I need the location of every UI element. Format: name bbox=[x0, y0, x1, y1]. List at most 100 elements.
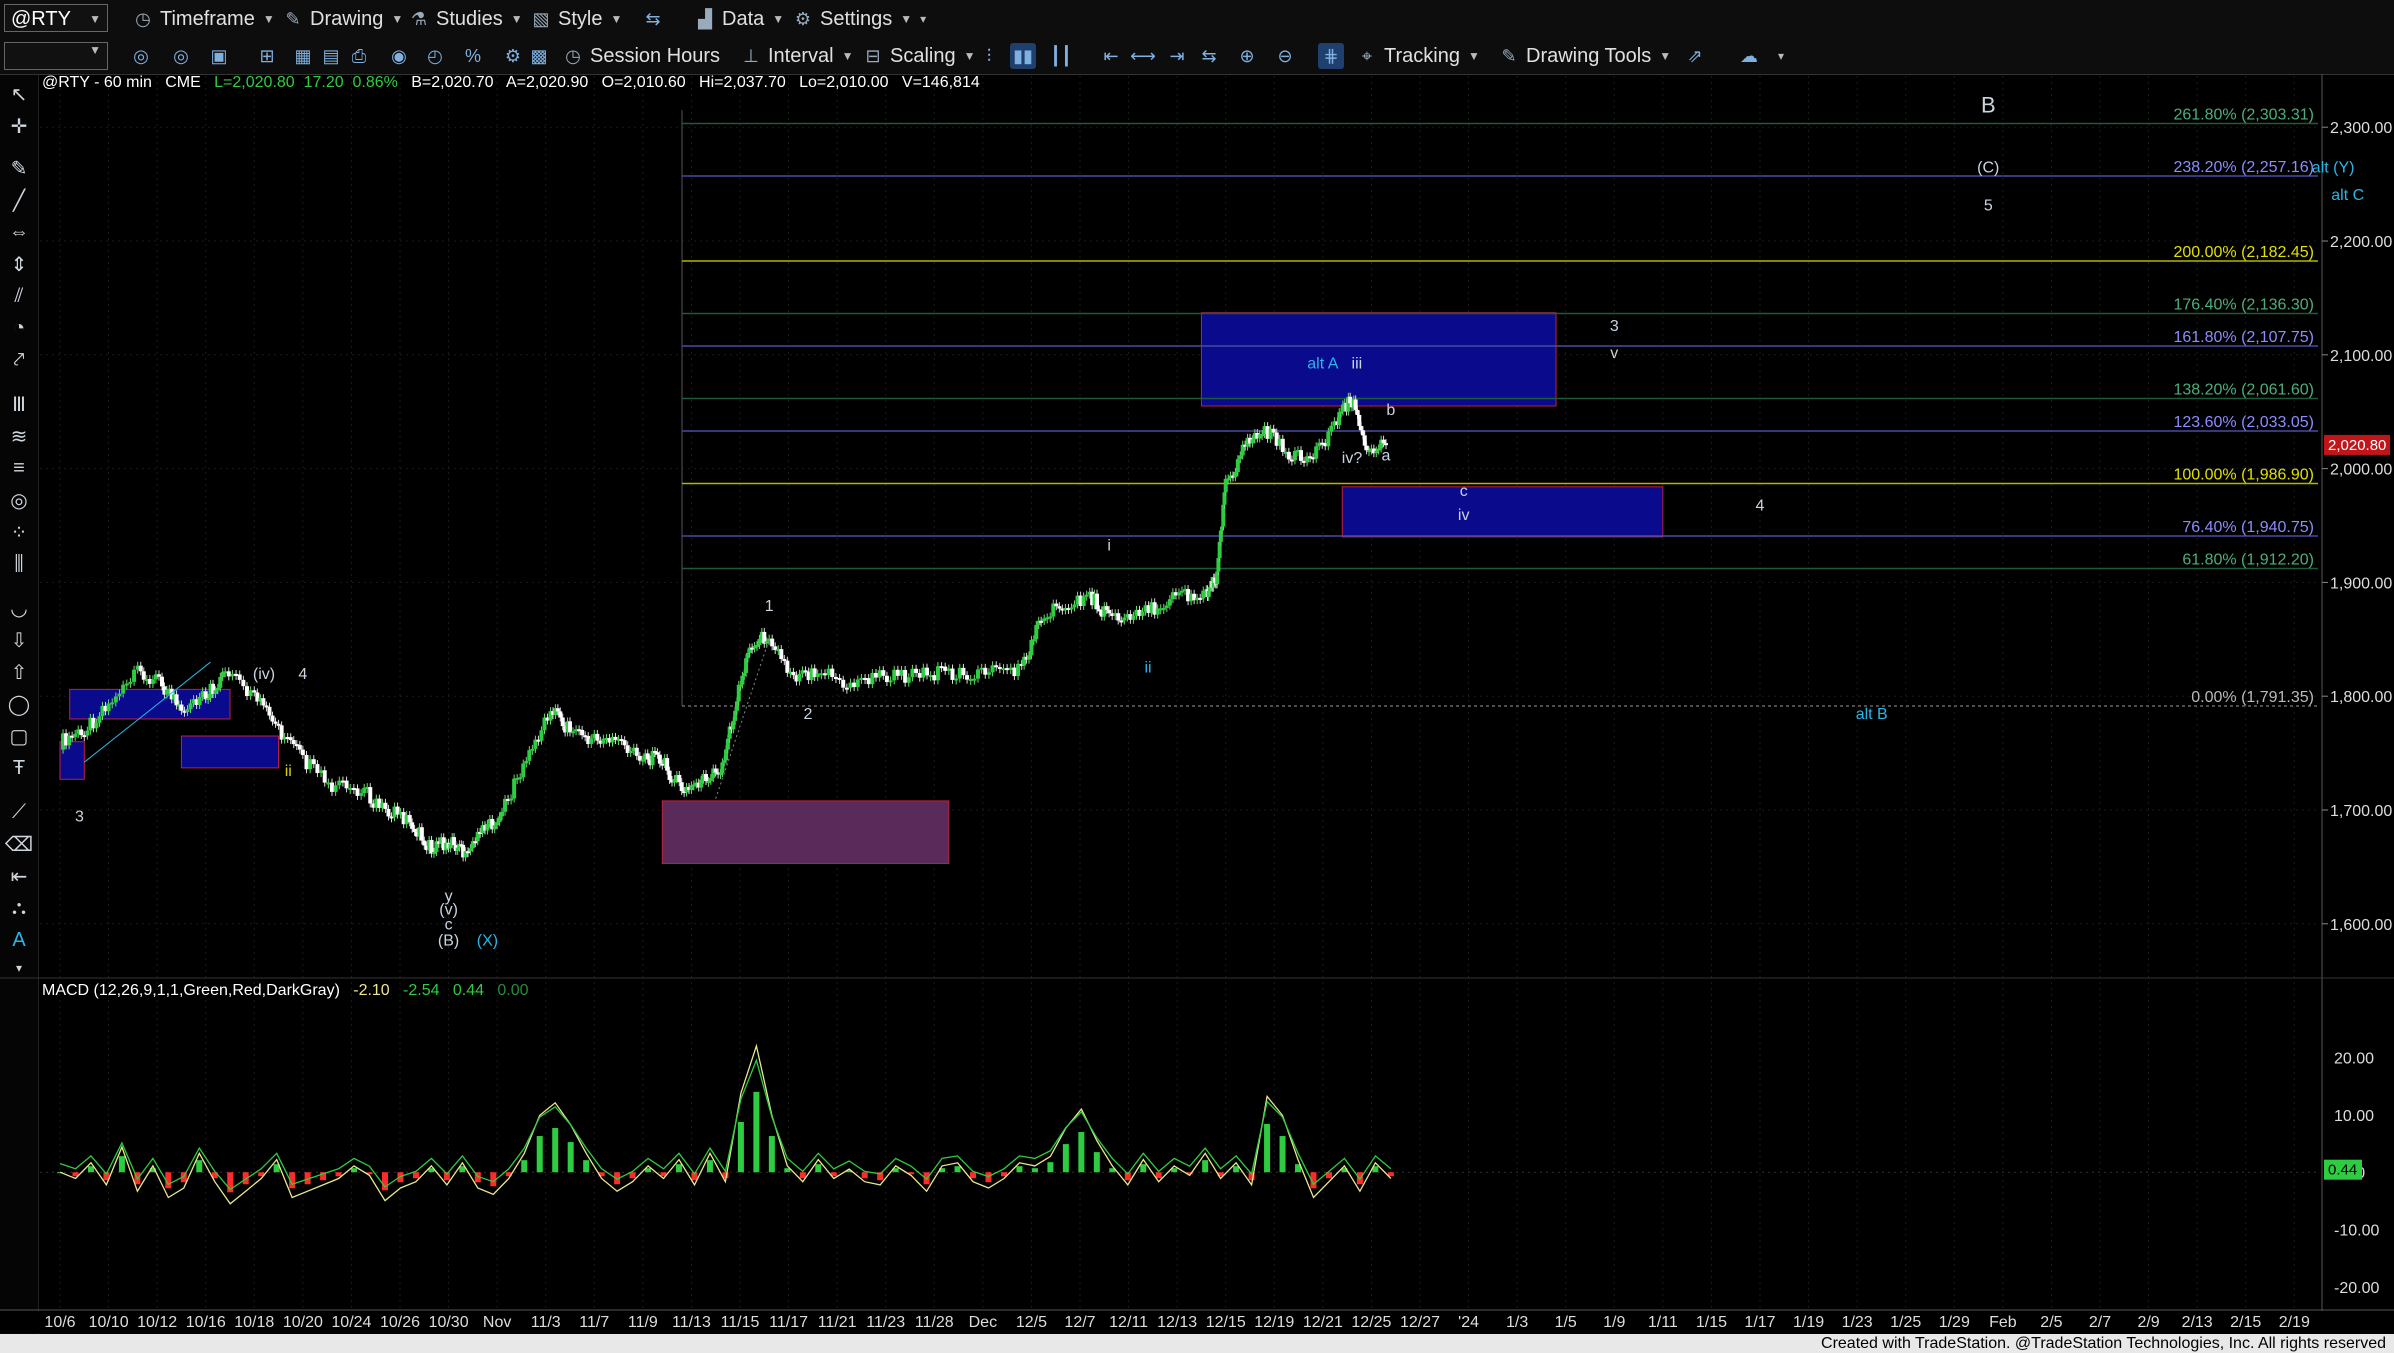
price-series bbox=[61, 392, 1388, 862]
candle-body bbox=[241, 679, 246, 687]
candle-body bbox=[899, 669, 904, 676]
time-tick-label: Nov bbox=[483, 1314, 511, 1331]
candle-body bbox=[509, 798, 514, 801]
wave-label: c bbox=[445, 916, 453, 933]
candle-body bbox=[830, 668, 835, 678]
price-chart[interactable]: 261.80% (2,303.31) 238.20% (2,257.16) 200.… bbox=[0, 0, 2394, 1353]
candle-body bbox=[819, 673, 824, 676]
wave-label: iv? bbox=[1342, 450, 1363, 467]
candle-body bbox=[1326, 431, 1331, 447]
candle-body bbox=[657, 754, 662, 764]
time-tick-label: 10/24 bbox=[331, 1314, 371, 1331]
candle-body bbox=[708, 778, 713, 781]
volume: V=146,814 bbox=[901, 74, 980, 91]
macd-histogram-bar bbox=[552, 1128, 559, 1173]
macd-status-line: MACD (12,26,9,1,1,Green,Red,DarkGray) -2… bbox=[42, 982, 528, 1000]
candle-body bbox=[672, 779, 677, 783]
wave-label: 4 bbox=[1756, 498, 1765, 515]
pct-change: 0.86% bbox=[352, 74, 398, 91]
wave-label: alt C bbox=[2331, 187, 2364, 204]
candle-body bbox=[188, 703, 193, 710]
candle-body bbox=[841, 679, 846, 688]
time-tick-label: 1/5 bbox=[1555, 1314, 1577, 1331]
macd-histogram-bar bbox=[1078, 1132, 1085, 1173]
macd-panel: 20.0010.000.00-10.00-20.000.44 bbox=[40, 1043, 2379, 1297]
candle-body bbox=[950, 668, 955, 680]
fib-level-label: 161.80% (2,107.75) bbox=[2173, 329, 2314, 346]
candle-body bbox=[815, 673, 820, 678]
macd-histogram-bar bbox=[351, 1168, 358, 1173]
price-tick-label: 1,700.00 bbox=[2330, 803, 2392, 820]
macd-histogram-bar bbox=[737, 1121, 744, 1173]
candle-body bbox=[203, 691, 208, 700]
candle-body bbox=[640, 759, 645, 762]
candle-body bbox=[870, 673, 875, 685]
exchange: CME bbox=[165, 74, 201, 91]
candle-body bbox=[1107, 609, 1112, 614]
candle-body bbox=[665, 758, 670, 771]
candle-body bbox=[1072, 604, 1077, 608]
candle-body bbox=[311, 759, 316, 765]
candle-body bbox=[248, 690, 253, 697]
candle-body bbox=[779, 649, 784, 660]
macd-histogram-bar bbox=[799, 1172, 806, 1179]
candle-body bbox=[1364, 445, 1369, 451]
last-price-text: 2,020.80 bbox=[2328, 437, 2386, 454]
candle-body bbox=[518, 777, 523, 780]
candle-body bbox=[1012, 667, 1017, 677]
candle-body bbox=[1122, 617, 1127, 621]
candle-body bbox=[141, 671, 146, 680]
candle-body bbox=[797, 673, 802, 682]
candle-body bbox=[206, 698, 211, 701]
time-tick-label: 11/9 bbox=[628, 1314, 658, 1331]
candle-body bbox=[359, 793, 364, 796]
time-tick-label: 1/19 bbox=[1793, 1314, 1824, 1331]
candle-body bbox=[914, 668, 919, 674]
candle-body bbox=[990, 665, 995, 673]
macd-histogram-bar bbox=[567, 1142, 574, 1173]
candle-body bbox=[300, 749, 305, 756]
candle-body bbox=[1238, 455, 1243, 460]
candle-body bbox=[179, 704, 184, 711]
candle-body bbox=[128, 681, 133, 684]
candle-body bbox=[571, 731, 576, 734]
macd-tick-label: 20.00 bbox=[2334, 1050, 2374, 1067]
time-tick-label: 1/29 bbox=[1939, 1314, 1970, 1331]
candle-body bbox=[252, 690, 257, 693]
candle-body bbox=[645, 753, 650, 760]
candle-body bbox=[863, 677, 868, 680]
price-tick-label: 1,800.00 bbox=[2330, 689, 2392, 706]
candle-body bbox=[1104, 606, 1109, 610]
target-zone bbox=[1200, 312, 1557, 407]
candle-body bbox=[833, 677, 838, 680]
macd-tick-label: -20.00 bbox=[2334, 1280, 2379, 1297]
candle-body bbox=[1084, 594, 1089, 597]
candle-body bbox=[383, 802, 388, 809]
candle-body bbox=[113, 696, 118, 703]
candle-body bbox=[368, 787, 373, 804]
time-tick-label: 12/13 bbox=[1157, 1314, 1197, 1331]
time-tick-label: 1/3 bbox=[1506, 1314, 1528, 1331]
candle-body bbox=[213, 690, 218, 694]
candle-body bbox=[895, 669, 900, 676]
candle-body bbox=[468, 848, 473, 852]
candle-body bbox=[197, 696, 202, 705]
candle-body bbox=[492, 825, 497, 830]
candle-body bbox=[1039, 620, 1044, 623]
time-tick-label: 12/7 bbox=[1064, 1314, 1095, 1331]
candle-body bbox=[1374, 450, 1379, 454]
macd-histogram-bar bbox=[196, 1160, 203, 1173]
time-tick-label: 2/19 bbox=[2279, 1314, 2310, 1331]
candle-body bbox=[539, 730, 544, 741]
candle-body bbox=[1176, 592, 1181, 596]
candle-body bbox=[979, 667, 984, 670]
time-tick-label: 11/17 bbox=[769, 1314, 808, 1331]
candle-body bbox=[150, 679, 155, 684]
candle-body bbox=[106, 703, 111, 712]
macd-histogram-bar bbox=[583, 1160, 590, 1173]
target-zone bbox=[1341, 486, 1664, 538]
candle-body bbox=[1119, 620, 1124, 623]
candle-body bbox=[713, 768, 718, 773]
candle-body bbox=[555, 708, 560, 712]
candle-body bbox=[859, 677, 864, 680]
